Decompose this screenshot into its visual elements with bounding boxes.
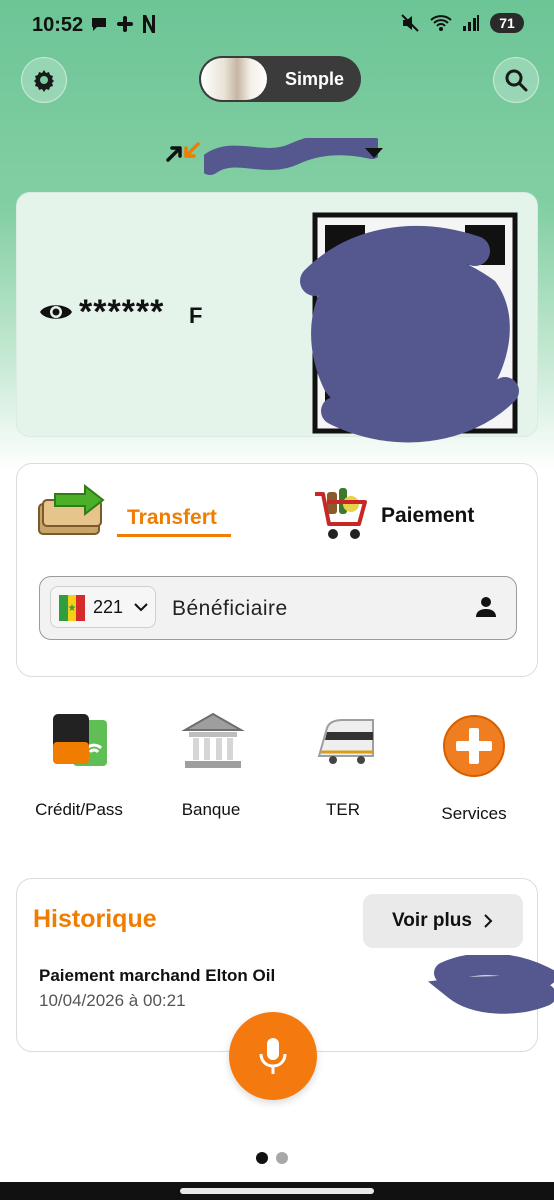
eye-icon[interactable]	[39, 299, 73, 325]
search-icon	[505, 69, 528, 92]
status-time: 10:52	[32, 14, 84, 36]
shortcut-ter[interactable]: TER	[278, 708, 408, 838]
shortcut-label: Crédit/Pass	[35, 800, 123, 819]
battery-indicator: 71	[490, 13, 524, 33]
shopping-cart-icon	[315, 488, 367, 539]
balance-card: ****** F	[16, 192, 538, 443]
history-item-date: 10/04/2026 à 00:21	[39, 991, 186, 1010]
page-dot-active	[256, 1152, 268, 1164]
voice-assistant-button[interactable]	[229, 1012, 317, 1100]
home-gesture-handle[interactable]	[180, 1188, 374, 1194]
redacted-account-number	[204, 138, 378, 175]
account-selector[interactable]	[166, 136, 390, 175]
mode-label: Simple	[285, 68, 345, 89]
gear-icon	[34, 70, 54, 92]
see-more-button[interactable]: Voir plus	[363, 894, 523, 948]
tab-transfert-label: Transfert	[127, 506, 217, 529]
contact-icon[interactable]	[474, 595, 498, 619]
beneficiary-placeholder: Bénéficiaire	[172, 597, 288, 620]
page-indicator	[256, 1152, 288, 1164]
see-more-label: Voir plus	[392, 910, 472, 931]
tab-paiement[interactable]: Paiement	[313, 484, 513, 544]
search-button[interactable]	[493, 57, 539, 103]
mute-icon	[401, 14, 419, 32]
beneficiary-input[interactable]: ★ 221 Bénéficiaire	[39, 576, 517, 640]
shortcut-label: TER	[326, 800, 360, 819]
shortcut-label: Services	[441, 804, 507, 823]
chevron-down-icon	[134, 603, 148, 612]
toggle-knob	[201, 58, 267, 100]
shortcut-label: Banque	[181, 800, 241, 819]
mode-toggle[interactable]: Simple	[199, 56, 361, 102]
active-tab-indicator	[117, 534, 231, 537]
caret-down-icon	[365, 148, 383, 158]
netflix-notification-icon	[143, 15, 155, 33]
transfer-card: Transfert Paiement ★ 221 Bénéficiaire	[16, 463, 538, 677]
money-transfer-icon	[38, 483, 105, 535]
credit-pass-icon	[53, 714, 107, 766]
history-title: Historique	[33, 905, 157, 933]
settings-button[interactable]	[21, 57, 67, 103]
slack-notification-icon	[117, 16, 133, 32]
shortcut-banque[interactable]: Banque	[146, 708, 276, 838]
qr-code[interactable]	[295, 211, 527, 443]
shortcut-services[interactable]: Services	[409, 708, 539, 838]
shortcut-credit-pass[interactable]: Crédit/Pass	[14, 708, 144, 838]
system-icons: 71	[400, 13, 524, 33]
microphone-icon	[259, 1038, 287, 1074]
status-bar: 10:52 71	[0, 0, 554, 52]
orange-money-logo	[166, 142, 200, 162]
tab-transfert[interactable]: Transfert	[35, 483, 245, 538]
balance-value: ******	[79, 293, 165, 331]
tab-paiement-label: Paiement	[381, 504, 475, 527]
redacted-amount	[427, 955, 554, 1014]
system-navigation-bar	[0, 1182, 554, 1200]
dial-code: 221	[93, 597, 124, 617]
balance-currency: F	[189, 303, 203, 328]
history-item-title: Paiement marchand Elton Oil	[39, 966, 276, 985]
chat-notification-icon	[92, 18, 106, 31]
country-code-picker[interactable]: ★ 221	[50, 586, 156, 628]
wifi-icon	[430, 15, 452, 31]
senegal-flag-icon: ★	[59, 595, 85, 621]
chevron-right-icon	[484, 914, 493, 928]
bank-icon	[181, 712, 245, 768]
notification-icons	[90, 14, 156, 34]
train-icon	[317, 719, 374, 764]
signal-icon	[463, 15, 479, 31]
page-dot	[276, 1152, 288, 1164]
plus-icon	[443, 715, 505, 777]
